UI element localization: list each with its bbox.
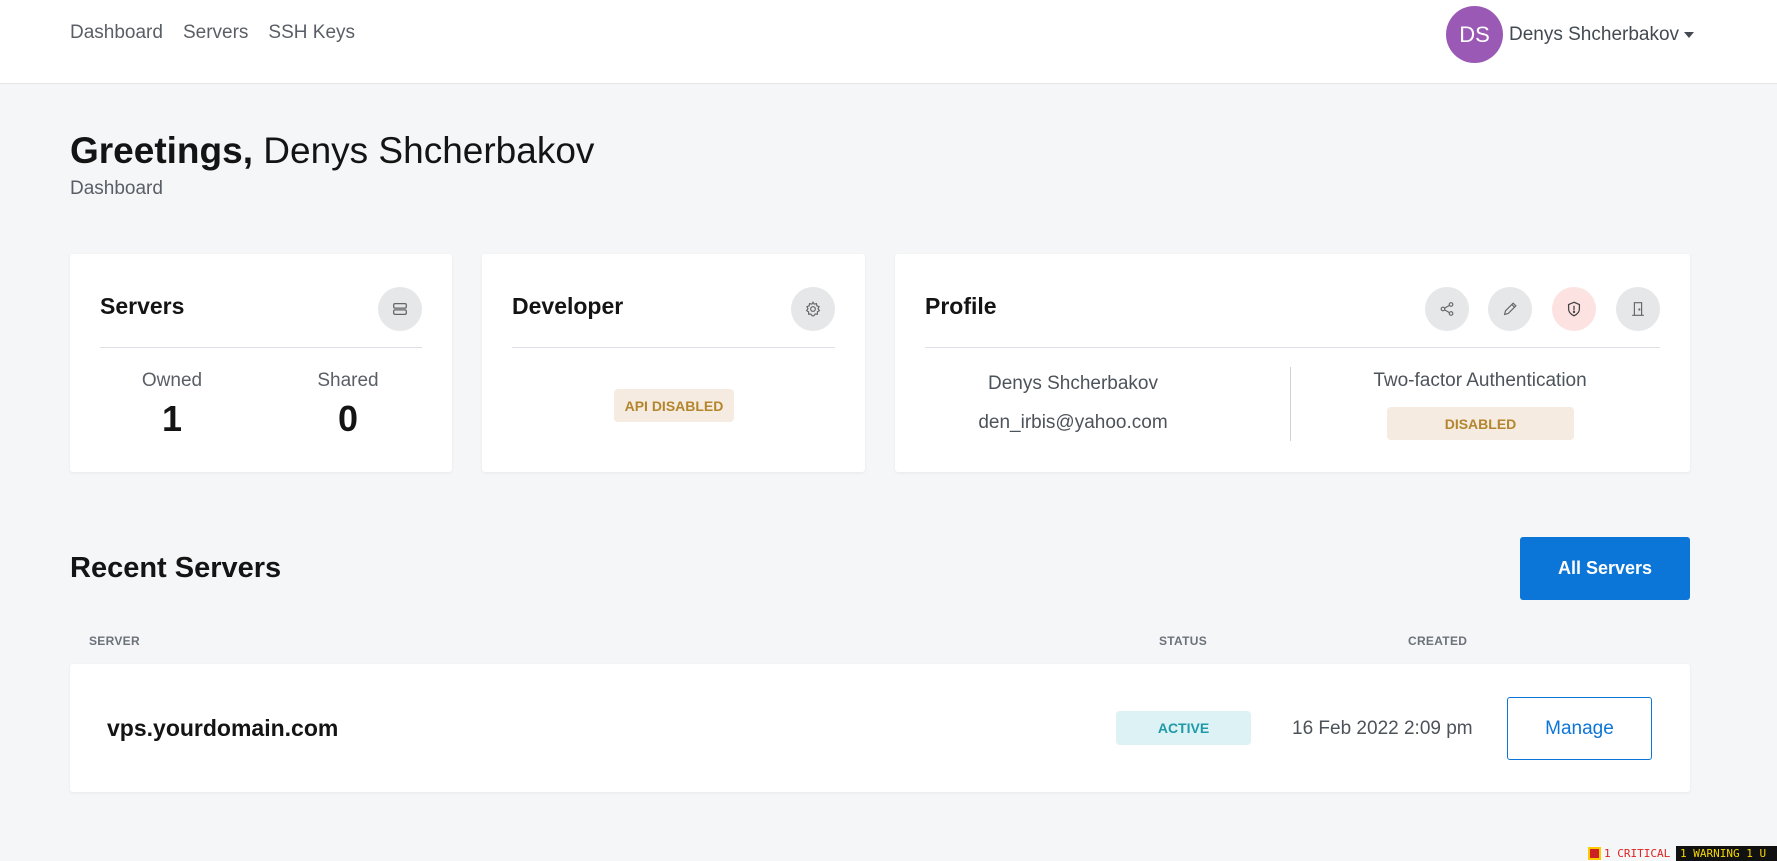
logout-door-icon[interactable]	[1616, 287, 1660, 331]
greeting-name: Denys Shcherbakov	[263, 130, 595, 171]
card-divider	[925, 347, 1660, 348]
servers-card-title: Servers	[100, 293, 185, 319]
created-date: 16 Feb 2022 2:09 pm	[1292, 718, 1473, 739]
nav-ssh-keys[interactable]: SSH Keys	[268, 22, 355, 44]
user-name: Denys Shcherbakov	[1509, 23, 1680, 45]
two-factor-status-badge: DISABLED	[1387, 407, 1574, 440]
status-badge: ACTIVE	[1116, 711, 1251, 745]
critical-text: 1 CRITICAL	[1604, 847, 1671, 860]
gear-icon[interactable]	[791, 287, 835, 331]
card-divider	[512, 347, 835, 348]
profile-card: Profile Denys Shcherbakov den_irbis@yaho…	[895, 254, 1690, 472]
avatar: DS	[1446, 6, 1503, 63]
column-header-server: SERVER	[89, 634, 140, 648]
manage-button[interactable]: Manage	[1507, 697, 1652, 760]
shared-value: 0	[337, 398, 359, 439]
page-title: Greetings, Denys Shcherbakov	[70, 130, 594, 172]
api-status-badge: API DISABLED	[614, 389, 734, 422]
share-icon[interactable]	[1425, 287, 1469, 331]
all-servers-button[interactable]: All Servers	[1520, 537, 1690, 600]
owned-label: Owned	[141, 370, 203, 391]
page-subtitle: Dashboard	[70, 178, 163, 199]
nav-dashboard[interactable]: Dashboard	[70, 22, 163, 44]
card-divider	[100, 347, 422, 348]
developer-card-title: Developer	[512, 293, 624, 319]
warning-indicator[interactable]: 1 WARNING 1 U	[1676, 846, 1777, 861]
user-menu[interactable]: DS Denys Shcherbakov	[1446, 6, 1695, 63]
nav-servers[interactable]: Servers	[183, 22, 248, 44]
recent-servers-title: Recent Servers	[70, 552, 282, 584]
profile-divider	[1290, 367, 1291, 441]
main-nav: Dashboard Servers SSH Keys	[70, 22, 355, 44]
column-header-status: STATUS	[1159, 634, 1208, 648]
profile-email: den_irbis@yahoo.com	[978, 412, 1168, 433]
top-navbar: Dashboard Servers SSH Keys DS Denys Shch…	[0, 0, 1777, 84]
table-row: vps.yourdomain.com ACTIVE 16 Feb 2022 2:…	[70, 664, 1690, 792]
chevron-down-icon	[1684, 31, 1695, 38]
shared-label: Shared	[317, 370, 379, 391]
owned-value: 1	[161, 398, 183, 439]
server-hostname[interactable]: vps.yourdomain.com	[107, 715, 338, 742]
server-icon[interactable]	[378, 287, 422, 331]
profile-card-title: Profile	[925, 293, 997, 319]
shield-icon[interactable]	[1552, 287, 1596, 331]
profile-name: Denys Shcherbakov	[987, 373, 1159, 394]
developer-card: Developer API DISABLED	[482, 254, 865, 472]
critical-indicator[interactable]: 1 CRITICAL	[1588, 846, 1670, 861]
alert-icon	[1588, 847, 1601, 860]
pencil-icon[interactable]	[1488, 287, 1532, 331]
two-factor-label: Two-factor Authentication	[1373, 370, 1587, 391]
greeting-word: Greetings,	[70, 130, 253, 171]
column-header-created: CREATED	[1408, 634, 1468, 648]
servers-card: Servers Owned 1 Shared 0	[70, 254, 452, 472]
